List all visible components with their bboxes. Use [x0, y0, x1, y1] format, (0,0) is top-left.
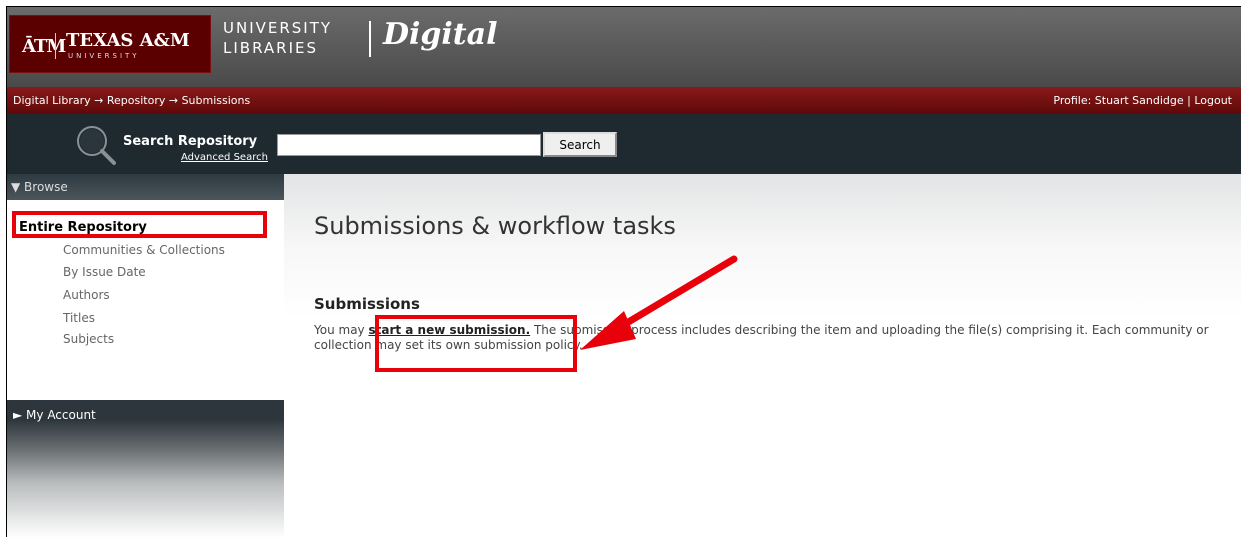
page-title: Submissions & workflow tasks — [314, 212, 676, 240]
my-account-header[interactable]: ► My Account — [7, 400, 284, 537]
logout-link[interactable]: Logout — [1194, 94, 1232, 107]
breadcrumb-separator: → — [168, 94, 182, 107]
highlight-box-entire-repository — [12, 211, 267, 238]
breadcrumb: Digital Library → Repository → Submissio… — [13, 94, 250, 107]
sidebar-item-communities-collections[interactable]: Communities & Collections — [63, 243, 225, 257]
breadcrumb-digital-library[interactable]: Digital Library — [13, 94, 91, 107]
profile-link[interactable]: Profile: Stuart Sandidge — [1053, 94, 1183, 107]
libraries-line1: UNIVERSITY — [223, 19, 333, 37]
advanced-search-link[interactable]: Advanced Search — [181, 152, 268, 163]
sidebar-item-authors[interactable]: Authors — [63, 288, 110, 302]
user-menu: Profile: Stuart Sandidge | Logout — [1053, 94, 1232, 107]
highlight-box-new-submission — [375, 315, 577, 372]
red-arrow-annotation — [580, 255, 738, 350]
logo-title: TEXAS A&M — [66, 30, 190, 51]
page-frame: ĀTM TEXAS A&M UNIVERSITY UNIVERSITY LIBR… — [6, 6, 1241, 537]
section-title: Submissions — [314, 295, 420, 313]
tamu-logo[interactable]: ĀTM TEXAS A&M UNIVERSITY — [9, 15, 211, 73]
main-content: Submissions & workflow tasks Submissions… — [284, 174, 1241, 537]
banner: ĀTM TEXAS A&M UNIVERSITY UNIVERSITY LIBR… — [7, 7, 1241, 87]
trail-bar: Digital Library → Repository → Submissio… — [7, 87, 1241, 114]
breadcrumb-separator: → — [94, 94, 107, 107]
logo-divider — [55, 33, 56, 59]
libraries-divider — [369, 21, 371, 57]
my-account-label: ► My Account — [13, 408, 96, 422]
search-title: Search Repository — [123, 134, 258, 149]
sidebar-item-by-issue-date[interactable]: By Issue Date — [63, 265, 146, 279]
breadcrumb-repository[interactable]: Repository — [107, 94, 166, 107]
browse-header[interactable]: ▼ Browse — [7, 174, 284, 200]
search-icon — [77, 126, 116, 165]
logo-subtitle: UNIVERSITY — [68, 52, 140, 60]
atm-logo-mark: ĀTM — [22, 36, 66, 57]
sidebar: ▼ Browse Entire Repository Communities &… — [7, 174, 284, 537]
libraries-line2: LIBRARIES — [223, 39, 318, 57]
para-prefix: You may — [314, 323, 369, 337]
sidebar-item-titles[interactable]: Titles — [63, 311, 95, 325]
sidebar-item-subjects[interactable]: Subjects — [63, 332, 114, 346]
search-button[interactable]: Search — [543, 132, 617, 157]
breadcrumb-submissions: Submissions — [181, 94, 251, 107]
search-bar: Search Repository Advanced Search Search — [7, 114, 1241, 174]
browse-header-label: ▼ Browse — [11, 180, 68, 194]
search-input[interactable] — [277, 134, 541, 156]
digital-title[interactable]: Digital — [383, 17, 497, 52]
